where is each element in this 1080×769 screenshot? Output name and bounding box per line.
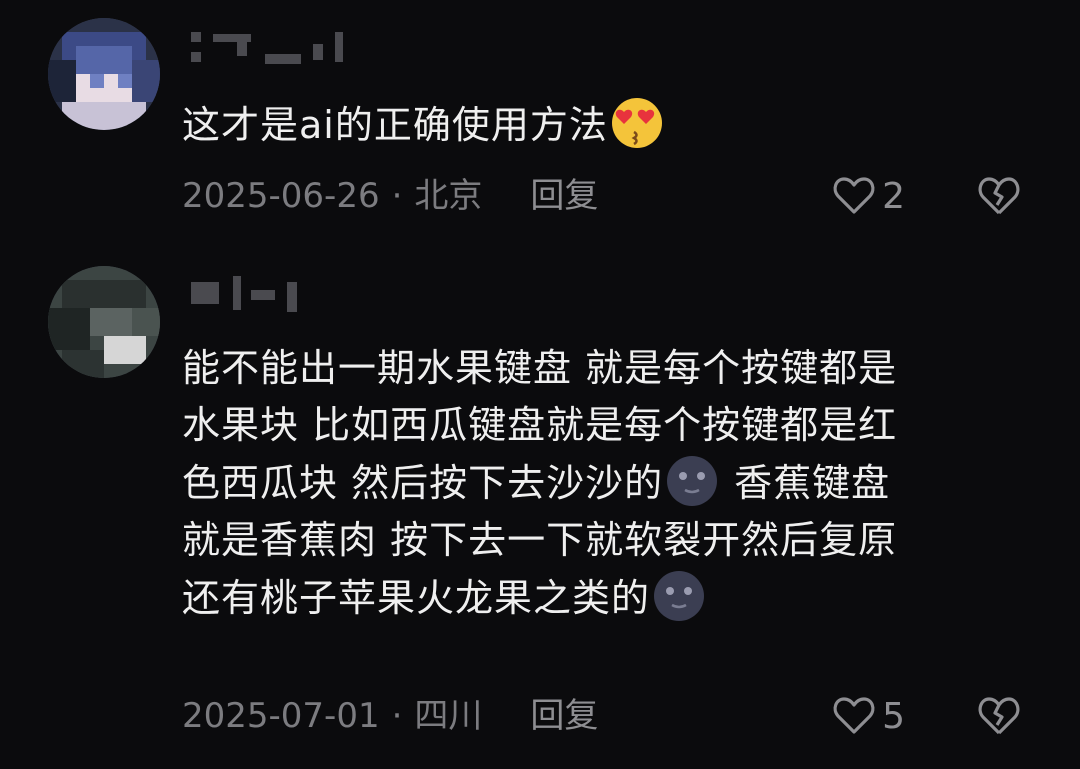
comment-meta: 2025-07-01 · 四川 回复: [182, 694, 598, 738]
heart-outline-icon: [833, 697, 875, 734]
moon-face-icon: [654, 571, 705, 621]
broken-heart-icon: [978, 177, 1020, 215]
like-count: 5: [882, 695, 905, 737]
like-button[interactable]: 2: [832, 174, 905, 218]
heart-eyes-kiss-icon: [611, 98, 662, 148]
dislike-button[interactable]: [976, 694, 1022, 738]
comment-location: 四川: [414, 696, 483, 736]
comment-meta: 2025-06-26 · 北京 回复: [182, 174, 598, 218]
comment-date: 2025-06-26: [182, 176, 380, 216]
comment-text: 能不能出一期水果键盘 就是每个按键都是 水果块 比如西瓜键盘就是每个按键都是红 …: [182, 340, 1042, 627]
comment-date: 2025-07-01: [182, 696, 380, 736]
meta-separator: ·: [391, 696, 403, 736]
username-redacted[interactable]: [185, 22, 365, 68]
avatar[interactable]: [48, 18, 160, 130]
heart-outline-icon: [833, 177, 875, 214]
dislike-button[interactable]: [976, 174, 1022, 218]
comment-item: 这才是ai的正确使用方法 2025-06-26 · 北京 回复 2: [0, 0, 1080, 240]
like-button[interactable]: 5: [832, 694, 905, 738]
comment-text-body: 这才是ai的正确使用方法: [182, 103, 608, 147]
comment-item: 能不能出一期水果键盘 就是每个按键都是 水果块 比如西瓜键盘就是每个按键都是红 …: [0, 258, 1080, 758]
username-redacted[interactable]: [185, 270, 365, 316]
reply-button[interactable]: 回复: [530, 174, 598, 218]
comment-location: 北京: [414, 176, 483, 216]
avatar[interactable]: [48, 266, 160, 378]
reply-button[interactable]: 回复: [530, 694, 598, 738]
like-count: 2: [882, 175, 905, 217]
meta-separator: ·: [391, 176, 403, 216]
moon-face-icon: [667, 456, 718, 506]
broken-heart-icon: [978, 697, 1020, 735]
comment-text: 这才是ai的正确使用方法: [182, 96, 1042, 154]
